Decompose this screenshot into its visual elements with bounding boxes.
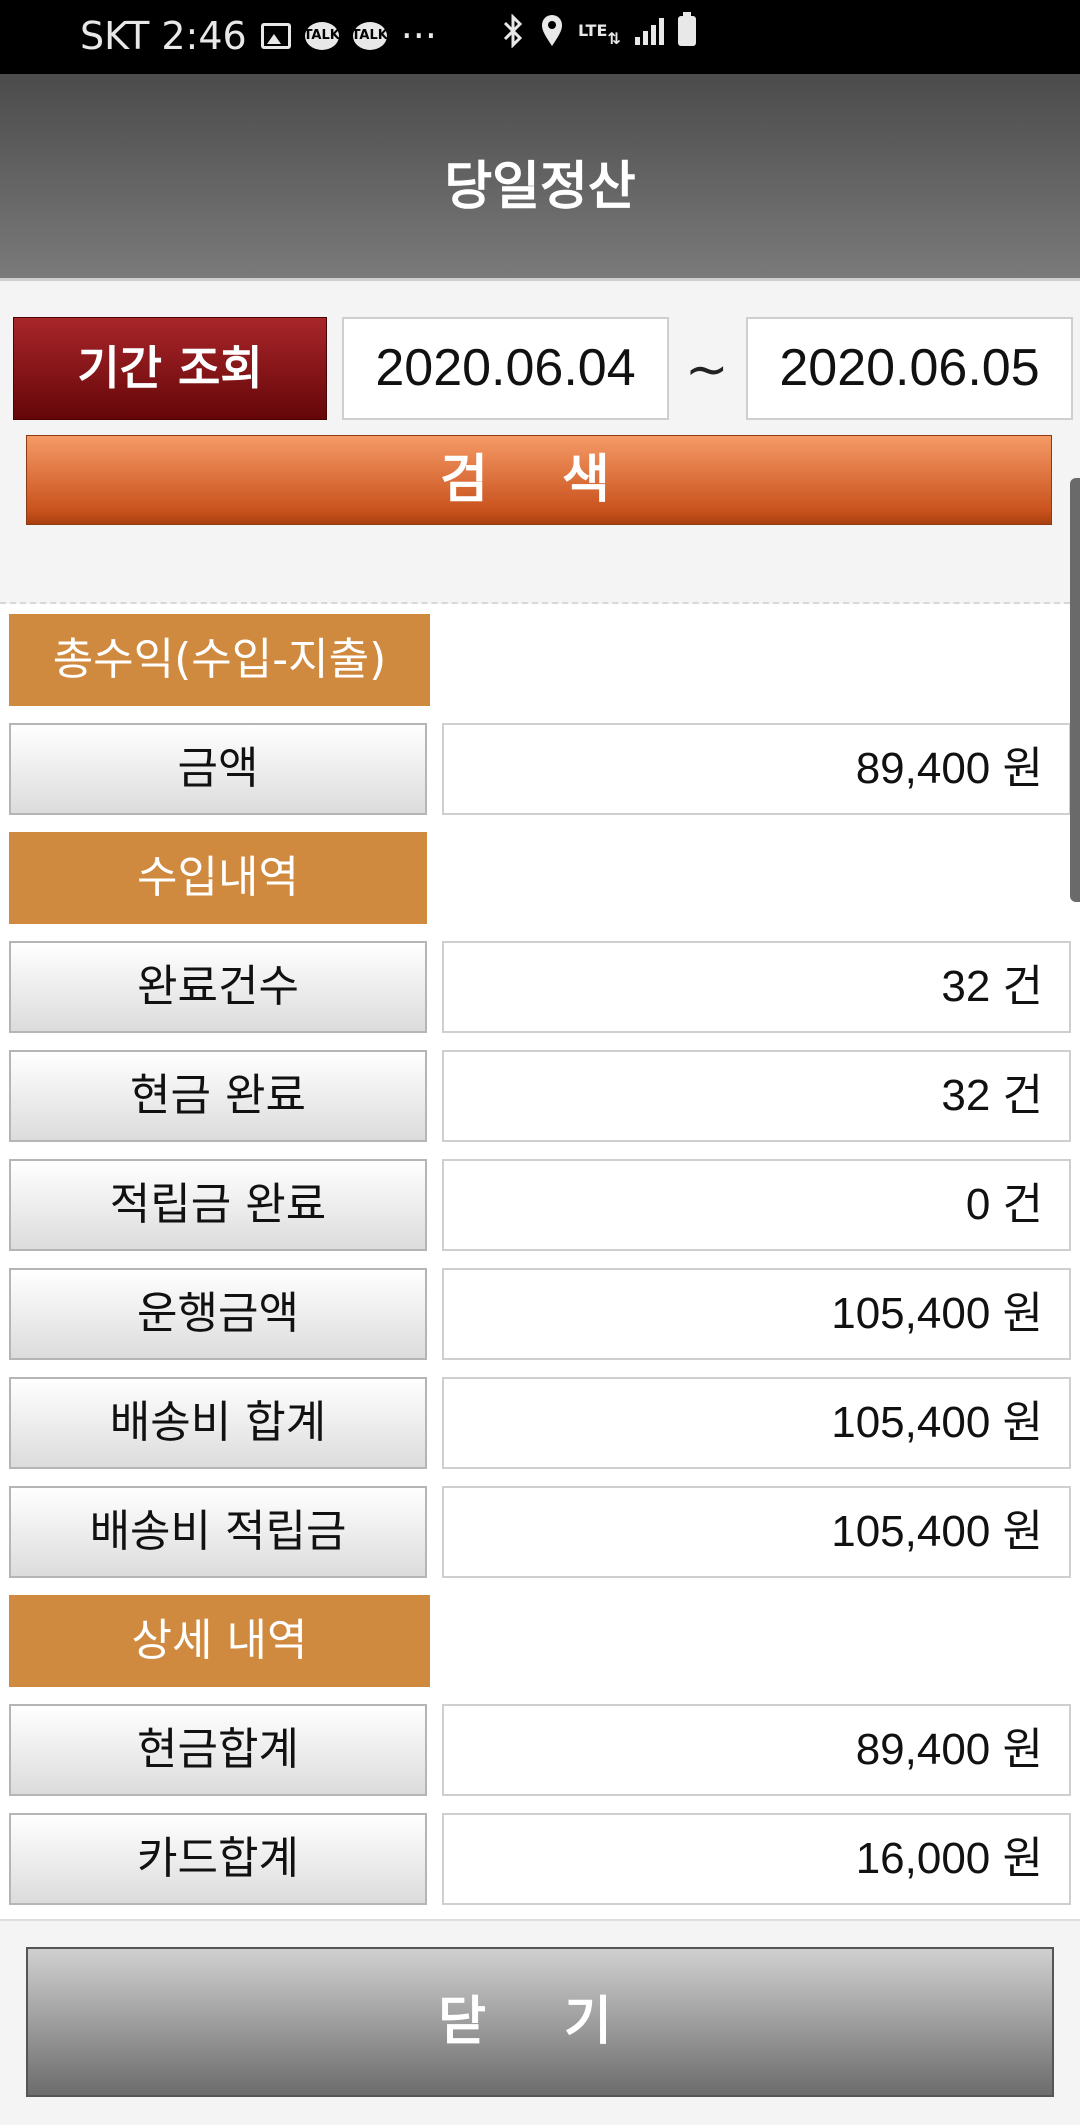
section-detail: 상세 내역 [9, 1595, 430, 1687]
delivery-points-value: 105,400 원 [442, 1486, 1071, 1578]
app-header: 당일정산 [0, 74, 1080, 281]
card-total-label: 카드합계 [9, 1813, 427, 1905]
kakaotalk-icon: TALK [304, 22, 340, 50]
card-total-value: 16,000 원 [442, 1813, 1071, 1905]
section-income: 수입내역 [9, 832, 427, 924]
gallery-icon [260, 23, 291, 49]
search-button[interactable]: 검 색 [26, 435, 1052, 525]
cash-total-label: 현금합계 [9, 1704, 427, 1796]
fare-amount-label: 운행금액 [9, 1268, 427, 1360]
more-notifications-icon: ··· [400, 14, 437, 58]
close-button[interactable]: 닫 기 [26, 1947, 1054, 2097]
completed-count-value: 32 건 [442, 941, 1071, 1033]
lte-label: LTE [578, 21, 608, 40]
kakaotalk-icon-2: TALK [352, 22, 388, 50]
scrollbar[interactable] [1070, 478, 1080, 902]
delivery-points-label: 배송비 적립금 [9, 1486, 427, 1578]
bluetooth-icon [500, 14, 526, 48]
completed-count-label: 완료건수 [9, 941, 427, 1033]
end-date-field[interactable]: 2020.06.05 [746, 317, 1073, 420]
status-bar: SKT 2:46 TALK TALK ··· LTE ⇅ [0, 0, 1080, 74]
cash-completed-value: 32 건 [442, 1050, 1071, 1142]
points-completed-value: 0 건 [442, 1159, 1071, 1251]
period-search-button[interactable]: 기간 조회 [13, 317, 327, 420]
points-completed-label: 적립금 완료 [9, 1159, 427, 1251]
signal-icon [634, 17, 664, 45]
cash-total-value: 89,400 원 [442, 1704, 1071, 1796]
cash-completed-label: 현금 완료 [9, 1050, 427, 1142]
date-range-separator: ~ [685, 340, 729, 400]
location-icon [540, 14, 564, 48]
page-title: 당일정산 [444, 157, 636, 217]
delivery-total-value: 105,400 원 [442, 1377, 1071, 1469]
lte-icon: LTE ⇅ [578, 21, 621, 48]
fare-amount-value: 105,400 원 [442, 1268, 1071, 1360]
start-date-field[interactable]: 2020.06.04 [342, 317, 669, 420]
bottom-divider [0, 1919, 1080, 1921]
amount-label: 금액 [9, 723, 427, 815]
carrier-time: SKT 2:46 [80, 14, 247, 58]
delivery-total-label: 배송비 합계 [9, 1377, 427, 1469]
section-total-profit: 총수익(수입-지출) [9, 614, 430, 706]
battery-icon [677, 12, 696, 46]
amount-value: 89,400 원 [442, 723, 1071, 815]
